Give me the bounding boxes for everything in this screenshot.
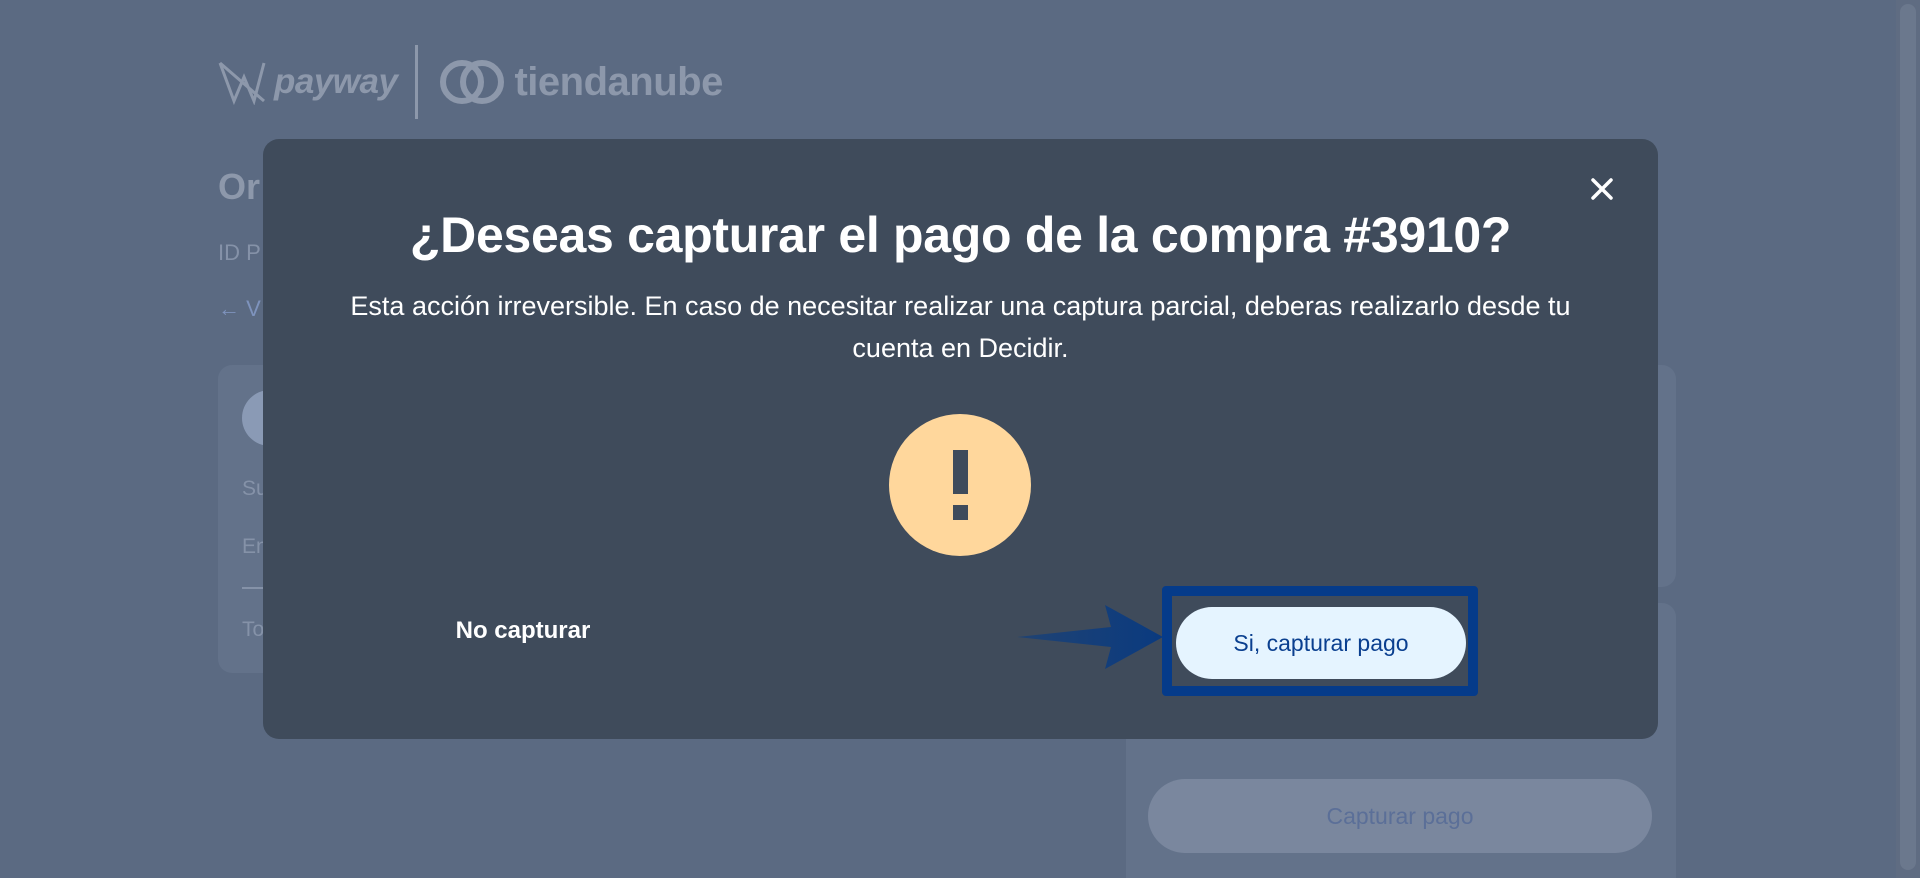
brand-logos: payway tiendanube <box>218 42 723 122</box>
tiendanube-wordmark: tiendanube <box>514 59 723 104</box>
capture-payment-button[interactable]: Capturar pago <box>1148 779 1652 853</box>
scrollbar[interactable] <box>1896 0 1920 878</box>
exclamation-icon <box>889 414 1031 556</box>
cancel-capture-button[interactable]: No capturar <box>413 605 633 657</box>
payway-wordmark: payway <box>274 62 398 101</box>
summary-divider <box>242 587 264 589</box>
payway-logo: payway <box>218 59 398 105</box>
exclamation-bar <box>953 450 968 494</box>
capture-confirm-dialog: ¿Deseas capturar el pago de la compra #3… <box>263 139 1658 739</box>
payway-mark-icon <box>218 61 266 105</box>
scrollbar-thumb[interactable] <box>1900 4 1916 870</box>
back-link[interactable]: ← V <box>218 296 261 322</box>
page-title: Or <box>218 166 261 207</box>
tiendanube-cloud-icon <box>440 60 505 104</box>
summary-line-total: To <box>242 618 265 641</box>
confirm-capture-button[interactable]: Si, capturar pago <box>1176 607 1466 679</box>
dialog-title: ¿Deseas capturar el pago de la compra #3… <box>409 207 1512 263</box>
dialog-message: Esta acción irreversible. En caso de nec… <box>350 291 1571 363</box>
tiendanube-logo: tiendanube <box>438 56 723 108</box>
payment-id-label: ID P <box>218 240 261 265</box>
exclamation-dot <box>953 505 968 520</box>
close-button[interactable] <box>1582 169 1622 209</box>
logo-divider <box>415 45 419 119</box>
pointer-arrow-icon <box>1017 605 1163 669</box>
close-icon[interactable] <box>1590 177 1614 201</box>
